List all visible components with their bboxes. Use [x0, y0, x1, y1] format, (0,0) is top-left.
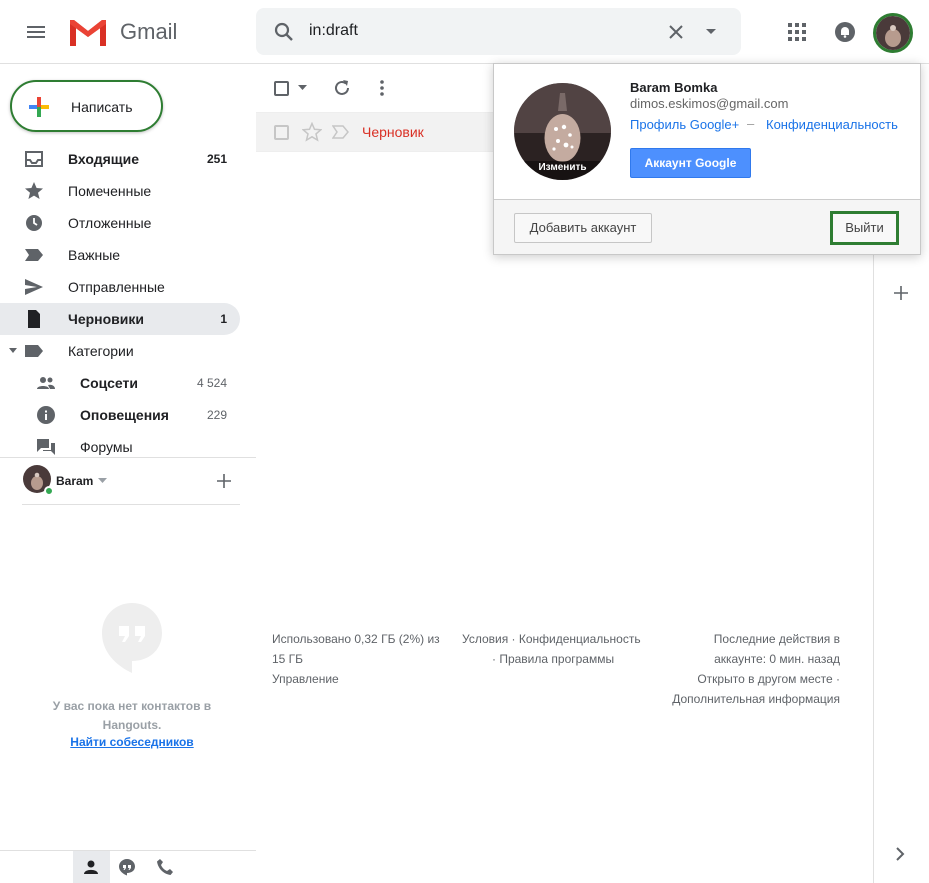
importance-marker-icon[interactable] [332, 125, 350, 139]
hangouts-user-name[interactable]: Baram [56, 474, 93, 488]
find-people-link[interactable]: Найти собеседников [40, 735, 224, 749]
no-contacts-message: У вас пока нет контактов в Hangouts. [52, 699, 212, 732]
search-icon[interactable] [272, 20, 296, 44]
account-avatar[interactable] [873, 13, 913, 53]
account-email: dimos.eskimos@gmail.com [630, 96, 789, 111]
divider [0, 457, 256, 458]
details-link[interactable]: Дополнительная информация [672, 689, 840, 709]
terms-privacy-links[interactable]: Условия · Конфиденциальность [462, 629, 641, 649]
account-popup: Изменить Baram Bomka dimos.eskimos@gmail… [493, 63, 921, 255]
sidebar-item-important[interactable]: Важные [0, 239, 240, 271]
sidebar-item-label: Черновики [68, 311, 145, 327]
sidebar-item-inbox[interactable]: Входящие 251 [0, 143, 240, 175]
sidebar-item-label: Соцсети [80, 375, 138, 391]
sidebar-item-updates[interactable]: Оповещения 229 [0, 399, 240, 431]
forum-icon [36, 438, 56, 456]
google-account-button[interactable]: Аккаунт Google [630, 148, 751, 178]
clock-icon [24, 214, 44, 232]
sidebar-item-label: Категории [68, 343, 134, 359]
draft-file-icon [24, 310, 44, 328]
apps-grid-icon[interactable] [787, 22, 807, 42]
gmail-logo-icon[interactable] [68, 16, 108, 48]
add-contact-icon[interactable] [216, 473, 232, 489]
star-outline-icon[interactable] [302, 122, 322, 142]
search-bar[interactable]: in:draft [256, 8, 741, 55]
divider [22, 504, 240, 505]
sidebar-item-categories[interactable]: Категории [0, 335, 240, 367]
more-vert-icon[interactable] [372, 78, 392, 98]
contacts-tab[interactable] [73, 851, 110, 883]
sidebar-item-forums[interactable]: Форумы [0, 431, 240, 463]
sidebar-item-label: Важные [68, 247, 121, 263]
program-policies-link[interactable]: · Правила программы [492, 649, 614, 669]
last-activity: Последние действия в [713, 632, 840, 646]
storage-usage: Использовано 0,32 ГБ (2%) из 15 ГБ [272, 632, 440, 666]
add-account-button[interactable]: Добавить аккаунт [514, 213, 652, 243]
app-name[interactable]: Gmail [120, 19, 177, 45]
inbox-icon [24, 150, 44, 168]
popup-footer: Добавить аккаунт Выйти [494, 199, 920, 254]
select-options-caret-icon[interactable] [298, 85, 307, 90]
select-all-checkbox[interactable] [274, 81, 289, 96]
divider [0, 850, 256, 851]
sign-out-button[interactable]: Выйти [830, 211, 899, 245]
unread-count: 251 [206, 152, 227, 166]
link-separator: – [747, 116, 755, 131]
unread-count: 4 524 [196, 376, 227, 390]
phone-icon[interactable] [156, 858, 174, 876]
main-menu-icon[interactable] [24, 20, 48, 44]
chevron-right-icon[interactable] [894, 846, 906, 862]
open-elsewhere: Открыто в другом месте · [697, 672, 840, 686]
sidebar-item-starred[interactable]: Помеченные [0, 175, 240, 207]
person-icon [84, 860, 98, 874]
last-activity: аккаунте: 0 мин. назад [714, 652, 840, 666]
compose-button[interactable]: Написать [10, 80, 163, 132]
search-options-icon[interactable] [704, 26, 718, 36]
online-status-dot [44, 486, 54, 496]
draft-label: Черновик [362, 124, 424, 140]
sidebar-item-drafts[interactable]: Черновики 1 [0, 303, 240, 335]
manage-storage-link[interactable]: Управление [272, 669, 339, 689]
search-input[interactable]: in:draft [309, 22, 358, 40]
sidebar-item-sent[interactable]: Отправленные [0, 271, 240, 303]
hangouts-chat-icon[interactable] [118, 858, 136, 876]
google-plus-profile-link[interactable]: Профиль Google+ [630, 117, 739, 132]
star-icon [24, 182, 44, 200]
row-checkbox[interactable] [274, 125, 289, 140]
important-marker-icon [24, 246, 44, 264]
people-icon [36, 374, 56, 392]
label-icon [24, 342, 44, 360]
info-icon [36, 406, 56, 424]
unread-count: 229 [206, 408, 227, 422]
compose-plus-icon [28, 96, 50, 118]
sidebar-item-label: Оповещения [80, 407, 169, 423]
sidebar-item-social[interactable]: Соцсети 4 524 [0, 367, 240, 399]
get-addons-plus-icon[interactable] [893, 285, 909, 301]
top-bar: Gmail in:draft [0, 0, 929, 64]
sidebar-item-label: Форумы [80, 439, 133, 455]
unread-count: 1 [220, 312, 227, 326]
notifications-bell-icon[interactable] [834, 21, 856, 43]
sidebar-item-label: Помеченные [68, 183, 152, 199]
sidebar-item-label: Входящие [68, 151, 139, 167]
account-name: Baram Bomka [630, 80, 718, 95]
hangouts-quote-icon [101, 602, 163, 674]
sidebar-item-snoozed[interactable]: Отложенные [0, 207, 240, 239]
change-photo-label[interactable]: Изменить [514, 162, 611, 173]
expand-caret-icon[interactable] [8, 348, 18, 354]
sidebar-item-label: Отложенные [68, 215, 152, 231]
compose-label: Написать [71, 99, 133, 115]
privacy-link[interactable]: Конфиденциальность [766, 117, 898, 132]
clear-search-icon[interactable] [666, 22, 686, 42]
sidebar-item-label: Отправленные [68, 279, 165, 295]
status-caret-icon[interactable] [98, 478, 107, 483]
refresh-icon[interactable] [332, 78, 352, 98]
send-icon [24, 278, 44, 296]
